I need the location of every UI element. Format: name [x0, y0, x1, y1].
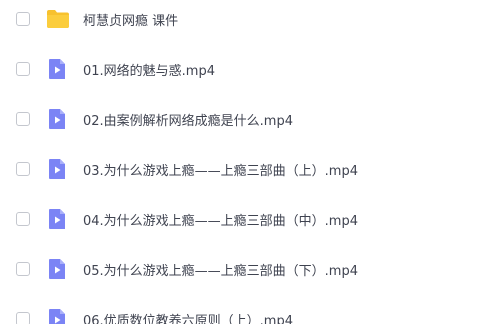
file-row-video[interactable]: 01.网络的魅与惑.mp4 — [0, 49, 489, 89]
row-checkbox[interactable] — [16, 262, 30, 276]
file-name[interactable]: 02.由案例解析网络成瘾是什么.mp4 — [83, 110, 293, 129]
folder-icon — [46, 8, 69, 30]
file-row-video[interactable]: 03.为什么游戏上瘾——上瘾三部曲（上）.mp4 — [0, 149, 489, 189]
video-file-icon — [46, 308, 68, 324]
file-row-folder[interactable]: 柯慧贞网瘾 课件 — [0, 0, 489, 39]
video-file-icon — [46, 208, 68, 230]
row-checkbox[interactable] — [16, 12, 30, 26]
file-name[interactable]: 05.为什么游戏上瘾——上瘾三部曲（下）.mp4 — [83, 260, 358, 279]
video-file-icon — [46, 58, 68, 80]
video-file-icon — [46, 258, 68, 280]
video-file-icon — [46, 158, 68, 180]
row-checkbox[interactable] — [16, 62, 30, 76]
file-name[interactable]: 06.优质数位教养六原则（上）.mp4 — [83, 310, 293, 324]
file-name[interactable]: 04.为什么游戏上瘾——上瘾三部曲（中）.mp4 — [83, 210, 358, 229]
file-name[interactable]: 柯慧贞网瘾 课件 — [83, 10, 178, 29]
row-checkbox[interactable] — [16, 162, 30, 176]
row-checkbox[interactable] — [16, 312, 30, 324]
file-row-video[interactable]: 05.为什么游戏上瘾——上瘾三部曲（下）.mp4 — [0, 249, 489, 289]
file-name[interactable]: 01.网络的魅与惑.mp4 — [83, 60, 215, 79]
row-checkbox[interactable] — [16, 112, 30, 126]
file-name[interactable]: 03.为什么游戏上瘾——上瘾三部曲（上）.mp4 — [83, 160, 358, 179]
file-row-video[interactable]: 04.为什么游戏上瘾——上瘾三部曲（中）.mp4 — [0, 199, 489, 239]
video-file-icon — [46, 108, 68, 130]
file-row-video[interactable]: 02.由案例解析网络成瘾是什么.mp4 — [0, 99, 489, 139]
row-checkbox[interactable] — [16, 212, 30, 226]
file-list: 柯慧贞网瘾 课件 01.网络的魅与惑.mp4 02.由案例解析网络成瘾是什么.m… — [0, 0, 489, 324]
file-row-video[interactable]: 06.优质数位教养六原则（上）.mp4 — [0, 299, 489, 324]
